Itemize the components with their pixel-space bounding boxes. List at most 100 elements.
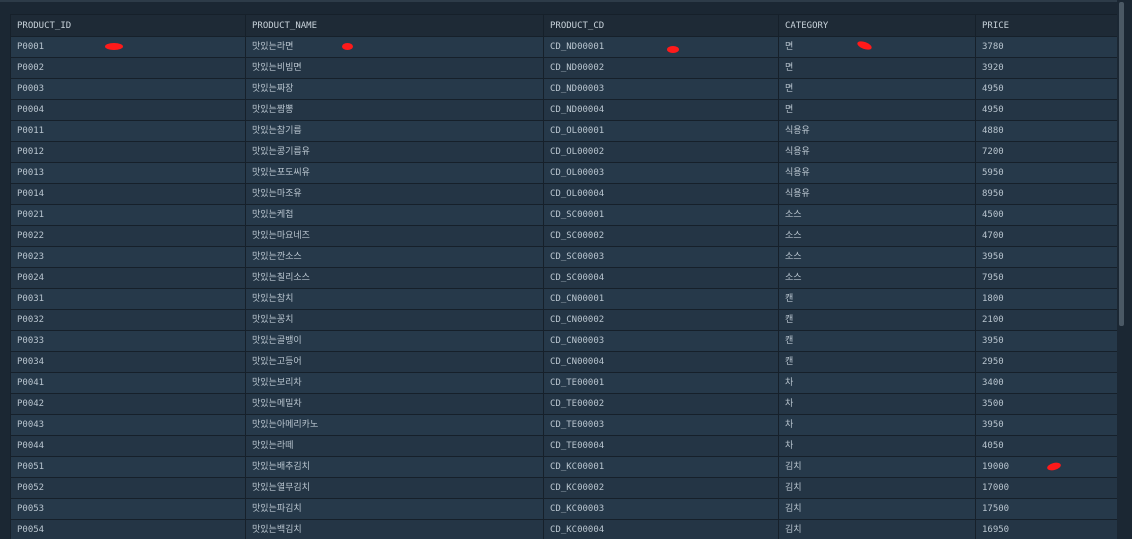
cell-category[interactable]: 김치 [778, 456, 976, 478]
cell-product-cd[interactable]: CD_KC00003 [543, 498, 779, 520]
cell-product-cd[interactable]: CD_OL00002 [543, 141, 779, 163]
cell-category[interactable]: 캔 [778, 351, 976, 373]
cell-price[interactable]: 4500 [975, 204, 1118, 226]
cell-category[interactable]: 김치 [778, 498, 976, 520]
cell-product-cd[interactable]: CD_ND00003 [543, 78, 779, 100]
cell-category[interactable]: 식용유 [778, 141, 976, 163]
cell-category[interactable]: 식용유 [778, 120, 976, 142]
cell-category[interactable]: 캔 [778, 288, 976, 310]
cell-product-id[interactable]: P0042 [10, 393, 246, 415]
cell-product-name[interactable]: 맛있는라면 [245, 36, 544, 58]
cell-price[interactable]: 4880 [975, 120, 1118, 142]
cell-product-id[interactable]: P0012 [10, 141, 246, 163]
cell-product-id[interactable]: P0021 [10, 204, 246, 226]
cell-product-name[interactable]: 맛있는배추김치 [245, 456, 544, 478]
cell-category[interactable]: 식용유 [778, 183, 976, 205]
cell-product-id[interactable]: P0011 [10, 120, 246, 142]
cell-product-name[interactable]: 맛있는마요네즈 [245, 225, 544, 247]
cell-product-id[interactable]: P0003 [10, 78, 246, 100]
cell-product-id[interactable]: P0001 [10, 36, 246, 58]
table-row[interactable]: P0052 맛있는열무김치 CD_KC00002 김치 17000 [10, 477, 1118, 499]
cell-product-cd[interactable]: CD_SC00001 [543, 204, 779, 226]
table-row[interactable]: P0022 맛있는마요네즈 CD_SC00002 소스 4700 [10, 225, 1118, 247]
table-row[interactable]: P0033 맛있는골뱅이 CD_CN00003 캔 3950 [10, 330, 1118, 352]
cell-price[interactable]: 4050 [975, 435, 1118, 457]
cell-product-id[interactable]: P0043 [10, 414, 246, 436]
table-row[interactable]: P0003 맛있는짜장 CD_ND00003 면 4950 [10, 78, 1118, 100]
cell-product-name[interactable]: 맛있는파김치 [245, 498, 544, 520]
scrollbar-thumb[interactable] [1119, 2, 1124, 326]
cell-product-id[interactable]: P0044 [10, 435, 246, 457]
cell-product-id[interactable]: P0052 [10, 477, 246, 499]
table-row[interactable]: P0042 맛있는메밀차 CD_TE00002 차 3500 [10, 393, 1118, 415]
cell-product-cd[interactable]: CD_TE00002 [543, 393, 779, 415]
table-row[interactable]: P0021 맛있는케첩 CD_SC00001 소스 4500 [10, 204, 1118, 226]
cell-category[interactable]: 김치 [778, 477, 976, 499]
cell-product-cd[interactable]: CD_CN00001 [543, 288, 779, 310]
cell-product-id[interactable]: P0053 [10, 498, 246, 520]
cell-price[interactable]: 5950 [975, 162, 1118, 184]
cell-product-name[interactable]: 맛있는마조유 [245, 183, 544, 205]
table-row[interactable]: P0002 맛있는비빔면 CD_ND00002 면 3920 [10, 57, 1118, 79]
cell-category[interactable]: 면 [778, 57, 976, 79]
cell-price[interactable]: 3950 [975, 246, 1118, 268]
cell-product-cd[interactable]: CD_CN00004 [543, 351, 779, 373]
cell-product-name[interactable]: 맛있는열무김치 [245, 477, 544, 499]
table-row[interactable]: P0051 맛있는배추김치 CD_KC00001 김치 19000 [10, 456, 1118, 478]
cell-product-cd[interactable]: CD_OL00004 [543, 183, 779, 205]
table-row[interactable]: P0011 맛있는참기름 CD_OL00001 식용유 4880 [10, 120, 1118, 142]
cell-product-id[interactable]: P0032 [10, 309, 246, 331]
cell-product-id[interactable]: P0004 [10, 99, 246, 121]
cell-product-cd[interactable]: CD_SC00002 [543, 225, 779, 247]
cell-price[interactable]: 3780 [975, 36, 1118, 58]
cell-category[interactable]: 식용유 [778, 162, 976, 184]
cell-product-id[interactable]: P0014 [10, 183, 246, 205]
cell-price[interactable]: 3500 [975, 393, 1118, 415]
cell-category[interactable]: 소스 [778, 246, 976, 268]
cell-price[interactable]: 16950 [975, 519, 1118, 539]
cell-product-name[interactable]: 맛있는메밀차 [245, 393, 544, 415]
cell-product-cd[interactable]: CD_ND00002 [543, 57, 779, 79]
cell-product-id[interactable]: P0031 [10, 288, 246, 310]
cell-category[interactable]: 차 [778, 393, 976, 415]
table-row[interactable]: P0041 맛있는보리차 CD_TE00001 차 3400 [10, 372, 1118, 394]
cell-product-id[interactable]: P0023 [10, 246, 246, 268]
vertical-scrollbar[interactable] [1117, 0, 1132, 539]
cell-category[interactable]: 소스 [778, 204, 976, 226]
column-header-product-id[interactable]: PRODUCT_ID [10, 14, 246, 37]
cell-product-cd[interactable]: CD_ND00004 [543, 99, 779, 121]
cell-product-id[interactable]: P0034 [10, 351, 246, 373]
cell-product-id[interactable]: P0054 [10, 519, 246, 539]
cell-product-name[interactable]: 맛있는골뱅이 [245, 330, 544, 352]
cell-product-name[interactable]: 맛있는참기름 [245, 120, 544, 142]
cell-price[interactable]: 1800 [975, 288, 1118, 310]
cell-price[interactable]: 3950 [975, 330, 1118, 352]
cell-price[interactable]: 17000 [975, 477, 1118, 499]
cell-category[interactable]: 차 [778, 435, 976, 457]
cell-price[interactable]: 4700 [975, 225, 1118, 247]
column-header-price[interactable]: PRICE [975, 14, 1118, 37]
cell-product-cd[interactable]: CD_CN00003 [543, 330, 779, 352]
cell-product-name[interactable]: 맛있는짜장 [245, 78, 544, 100]
column-header-product-cd[interactable]: PRODUCT_CD [543, 14, 779, 37]
table-row[interactable]: P0012 맛있는콩기름유 CD_OL00002 식용유 7200 [10, 141, 1118, 163]
cell-price[interactable]: 17500 [975, 498, 1118, 520]
cell-product-id[interactable]: P0051 [10, 456, 246, 478]
column-header-category[interactable]: CATEGORY [778, 14, 976, 37]
cell-product-cd[interactable]: CD_TE00003 [543, 414, 779, 436]
cell-category[interactable]: 차 [778, 372, 976, 394]
cell-price[interactable]: 4950 [975, 78, 1118, 100]
cell-product-name[interactable]: 맛있는참치 [245, 288, 544, 310]
cell-category[interactable]: 소스 [778, 225, 976, 247]
cell-price[interactable]: 8950 [975, 183, 1118, 205]
cell-product-id[interactable]: P0013 [10, 162, 246, 184]
table-row[interactable]: P0054 맛있는백김치 CD_KC00004 김치 16950 [10, 519, 1118, 539]
cell-product-cd[interactable]: CD_KC00001 [543, 456, 779, 478]
cell-category[interactable]: 차 [778, 414, 976, 436]
cell-product-cd[interactable]: CD_ND00001 [543, 36, 779, 58]
cell-price[interactable]: 4950 [975, 99, 1118, 121]
cell-category[interactable]: 캔 [778, 330, 976, 352]
table-row[interactable]: P0004 맛있는짬뽕 CD_ND00004 면 4950 [10, 99, 1118, 121]
cell-price[interactable]: 3400 [975, 372, 1118, 394]
cell-product-cd[interactable]: CD_KC00004 [543, 519, 779, 539]
